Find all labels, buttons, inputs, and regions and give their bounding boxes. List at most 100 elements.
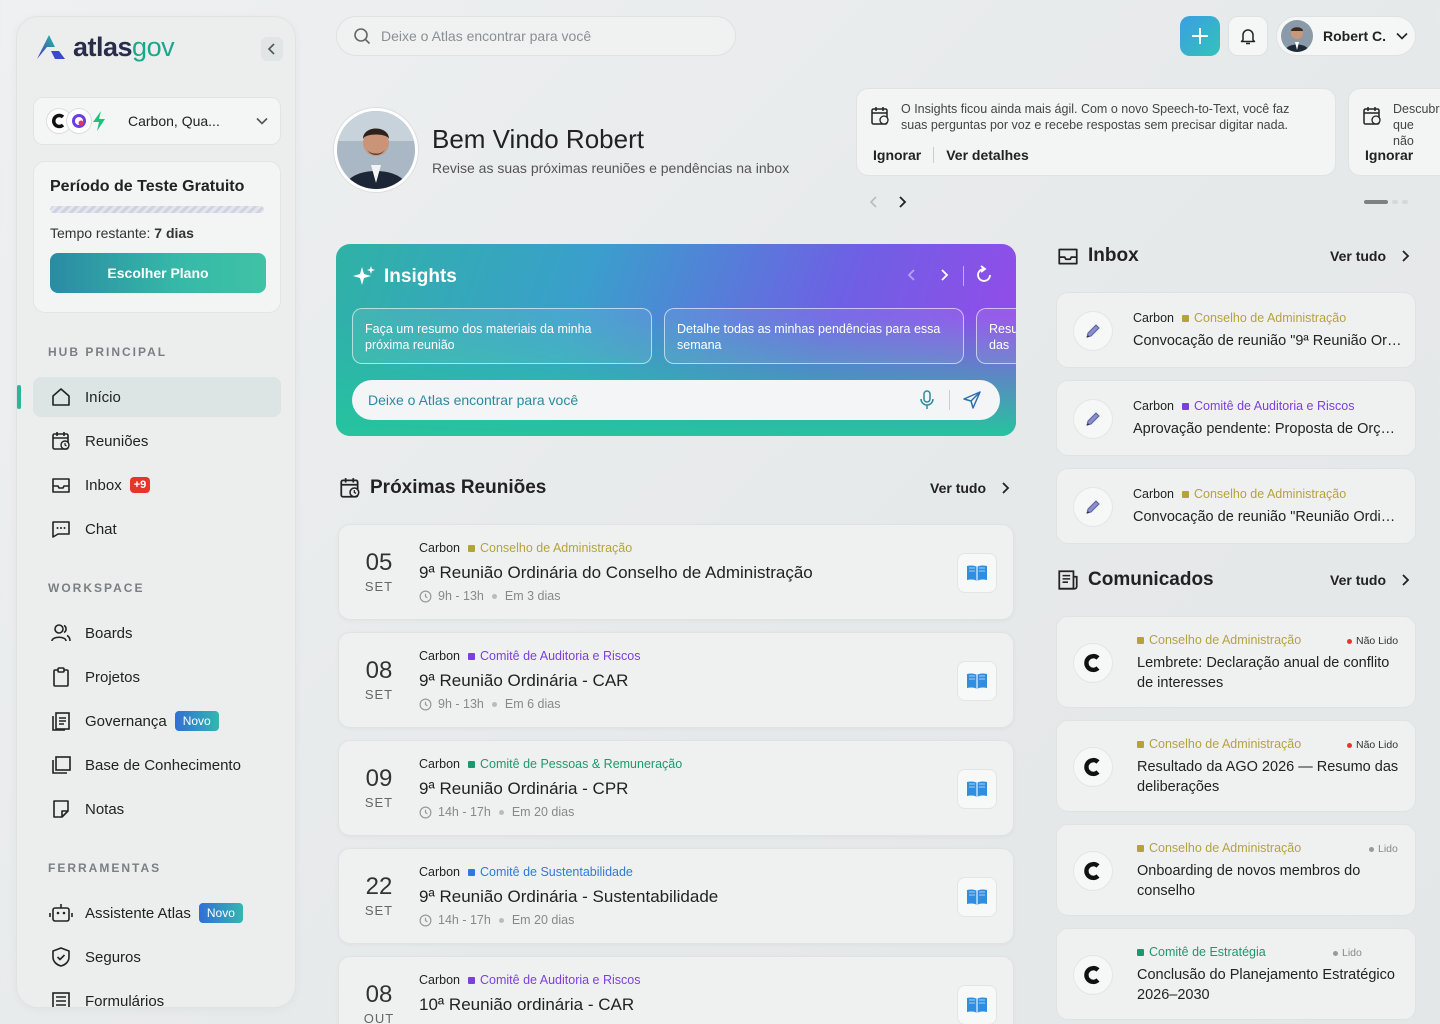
meeting-org: Carbon [419, 973, 460, 987]
meeting-materials-button[interactable] [957, 553, 997, 593]
microphone-icon[interactable] [919, 390, 935, 410]
sidebar-item-label: Início [85, 388, 121, 406]
announcement-card[interactable]: Conselho de Administração Lido Onboardin… [1056, 824, 1416, 916]
organization-selector[interactable]: Carbon, Qua... [33, 97, 281, 145]
atlasgov-logo[interactable]: atlasgov [33, 31, 175, 63]
meeting-materials-button[interactable] [957, 877, 997, 917]
announcement-org-logo [1073, 747, 1113, 787]
inbox-item-icon [1073, 311, 1113, 351]
inbox-section-header: Inbox [1056, 244, 1139, 268]
book-icon [967, 889, 987, 905]
meeting-materials-button[interactable] [957, 661, 997, 701]
notice-details-button[interactable]: Ver detalhes [946, 147, 1029, 163]
global-search-input[interactable]: Deixe o Atlas encontrar para você [336, 16, 736, 56]
divider [949, 390, 950, 410]
sidebar-item-inbox[interactable]: Inbox +9 [33, 465, 281, 505]
announcement-card[interactable]: Conselho de Administração Não Lido Resul… [1056, 720, 1416, 812]
meeting-title: 10ª Reunião ordinária - CAR [419, 995, 635, 1014]
sidebar-item-chat[interactable]: Chat [33, 509, 281, 549]
inbox-category-label: Conselho de Administração [1194, 487, 1347, 501]
refresh-icon[interactable] [974, 265, 994, 285]
choose-plan-button[interactable]: Escolher Plano [50, 253, 266, 293]
insight-suggestion-chip[interactable]: Faça um resumo dos materiais da minha pr… [352, 308, 652, 364]
inbox-org: Carbon [1133, 487, 1174, 501]
sidebar-item-formularios[interactable]: Formulários [33, 981, 281, 1007]
chevron-down-icon [1396, 32, 1408, 40]
status-dot [1347, 638, 1352, 644]
sidebar-item-projetos[interactable]: Projetos [33, 657, 281, 697]
sidebar-item-boards[interactable]: Boards [33, 613, 281, 653]
sidebar-item-assistente-atlas[interactable]: Assistente Atlas Novo [33, 893, 281, 933]
announcement-card[interactable]: Conselho de Administração Não Lido Lembr… [1056, 616, 1416, 708]
carousel-next-icon[interactable] [896, 196, 908, 208]
collapse-sidebar-button[interactable] [261, 37, 283, 61]
chevron-right-icon[interactable] [938, 268, 950, 282]
carousel-dot[interactable] [1402, 200, 1408, 204]
meeting-time: 9h - 13h [438, 589, 484, 603]
clock-icon [419, 806, 432, 818]
chevron-left-icon[interactable] [906, 268, 918, 282]
inbox-category-label: Comitê de Auditoria e Riscos [1194, 399, 1355, 413]
carbon-logo-icon [1084, 654, 1100, 672]
meetings-see-all-link[interactable]: Ver tudo [930, 480, 1010, 496]
announcement-title: Conclusão do Planejamento Estratégico 20… [1137, 967, 1395, 1003]
announcements-see-all-link[interactable]: Ver tudo [1330, 572, 1410, 588]
notifications-button[interactable] [1228, 16, 1268, 56]
active-indicator [17, 385, 21, 409]
sidebar-item-base-conhecimento[interactable]: Base de Conhecimento [33, 745, 281, 785]
separator-dot [491, 593, 497, 599]
inbox-item[interactable]: Carbon Conselho de Administração Convocaç… [1056, 292, 1416, 368]
meeting-materials-button[interactable] [957, 985, 997, 1024]
new-badge: Novo [174, 711, 219, 731]
chevron-right-icon [1402, 574, 1410, 586]
meetings-title: Próximas Reuniões [370, 477, 547, 498]
announcement-status-label: Lido [1378, 843, 1398, 855]
meeting-card[interactable]: 08 SET Carbon Comitê de Auditoria e Risco… [338, 632, 1014, 728]
create-button[interactable] [1180, 16, 1220, 56]
inbox-see-all-link[interactable]: Ver tudo [1330, 248, 1410, 264]
inbox-item-title: Convocação de reunião "Reunião Ordinária… [1133, 509, 1403, 525]
meeting-org-row: Carbon Comitê de Auditoria e Riscos [419, 973, 641, 987]
inbox-item[interactable]: Carbon Comitê de Auditoria e Riscos Aprov… [1056, 380, 1416, 456]
sidebar-item-governanca[interactable]: Governança Novo [33, 701, 281, 741]
category-marker [1137, 740, 1144, 748]
bell-icon [1240, 29, 1256, 45]
announcement-card[interactable]: Comitê de Estratégia Lido Conclusão do P… [1056, 928, 1416, 1020]
meeting-relative-date: Em 20 dias [511, 805, 575, 819]
insights-search-input[interactable]: Deixe o Atlas encontrar para você [352, 380, 1000, 420]
sidebar-item-notas[interactable]: Notas [33, 789, 281, 829]
insight-suggestion-chip[interactable]: Detalhe todas as minhas pendências para … [664, 308, 964, 364]
meeting-month: SET [364, 579, 394, 594]
meeting-materials-button[interactable] [957, 769, 997, 809]
carousel-prev-icon[interactable] [868, 196, 880, 208]
send-icon[interactable] [962, 390, 982, 410]
section-title-hub: HUB PRINCIPAL [48, 345, 168, 359]
notice-ignore-button[interactable]: Ignorar [873, 147, 921, 163]
separator-dot [491, 701, 497, 707]
inbox-item[interactable]: Carbon Conselho de Administração Convocaç… [1056, 468, 1416, 544]
announcement-category: Conselho de Administração [1137, 737, 1301, 751]
meeting-category-label: Comitê de Auditoria e Riscos [480, 973, 641, 987]
sidebar-item-reunioes[interactable]: Reuniões [33, 421, 281, 461]
carousel-dot[interactable] [1392, 200, 1398, 204]
meeting-card[interactable]: 05 SET Carbon Conselho de Administração 9… [338, 524, 1014, 620]
meeting-title: 9ª Reunião Ordinária do Conselho de Admi… [419, 563, 813, 582]
user-menu-button[interactable]: Robert C. [1276, 16, 1416, 56]
meeting-card[interactable]: 08 OUT Carbon Comitê de Auditoria e Risco… [338, 956, 1014, 1024]
inbox-icon [1058, 248, 1078, 265]
announcement-title: Onboarding de novos membros do conselho [1137, 863, 1361, 899]
announcement-org-logo [1073, 955, 1113, 995]
meeting-card[interactable]: 09 SET Carbon Comitê de Pessoas & Remuner… [338, 740, 1014, 836]
announcement-status: Lido [1333, 947, 1362, 959]
notice-ignore-button[interactable]: Ignorar [1365, 147, 1413, 163]
sidebar-item-inicio[interactable]: Início [33, 377, 281, 417]
insight-suggestion-chip[interactable]: Resuma das [976, 308, 1016, 364]
notice-text: Descubra que não [1393, 102, 1440, 148]
meeting-month: SET [364, 903, 394, 918]
section-title-workspace: WORKSPACE [48, 581, 145, 595]
carousel-dot[interactable] [1364, 200, 1388, 204]
sidebar-item-seguros[interactable]: Seguros [33, 937, 281, 977]
book-icon [967, 565, 987, 581]
meeting-card[interactable]: 22 SET Carbon Comitê de Sustentabilidade … [338, 848, 1014, 944]
clock-icon [419, 590, 432, 602]
